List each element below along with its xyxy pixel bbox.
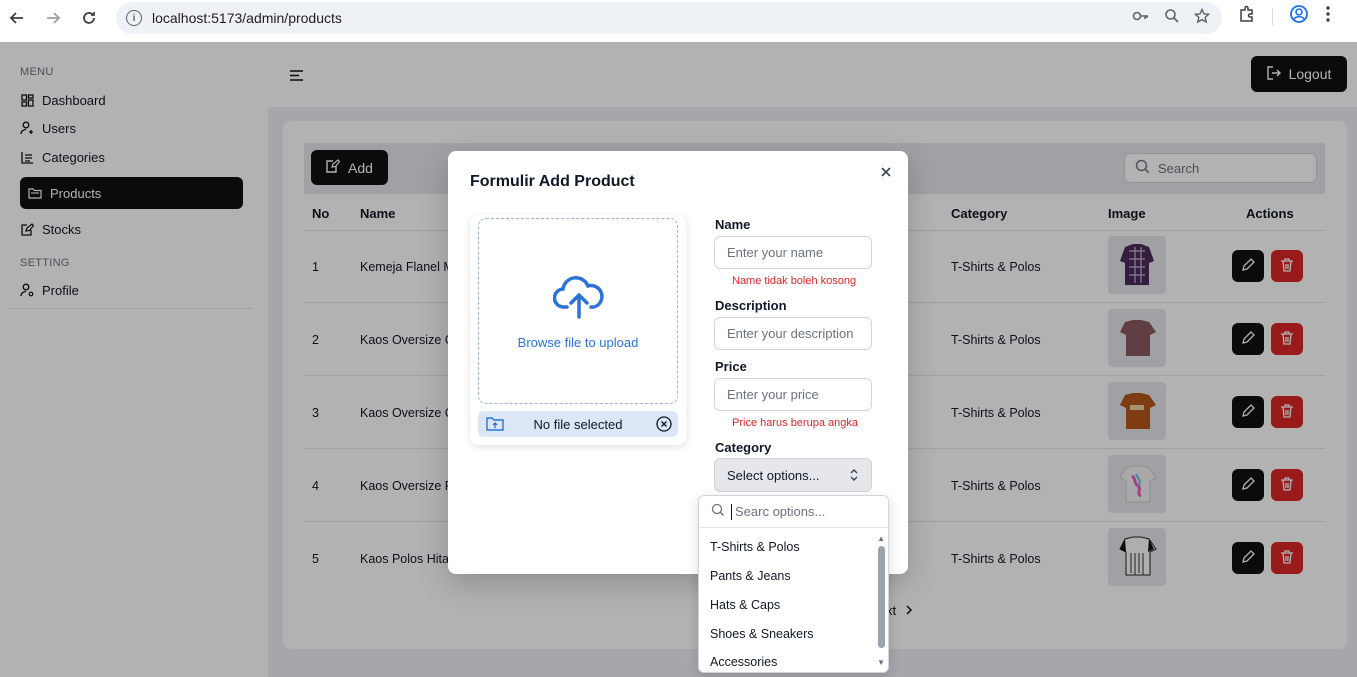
cloud-upload-icon [552,273,605,324]
description-input[interactable]: Enter your description [714,317,872,350]
options-search-value: Searc options... [735,504,826,519]
file-status-text: No file selected [533,416,623,432]
key-icon[interactable] [1132,8,1150,28]
reload-icon[interactable] [75,4,103,32]
browse-file-label[interactable]: Browse file to upload [479,335,677,350]
zoom-icon[interactable] [1164,8,1180,28]
option-item[interactable]: Shoes & Sneakers [710,627,814,641]
bookmark-star-icon[interactable] [1193,7,1211,28]
dropdown-scrollbar[interactable] [878,546,885,648]
chevron-up-down-icon [849,468,859,485]
close-icon[interactable] [880,165,892,183]
modal-title: Formulir Add Product [470,173,635,190]
extensions-icon[interactable] [1238,5,1256,28]
browser-toolbar: i localhost:5173/admin/products [0,0,1357,36]
url-text: localhost:5173/admin/products [152,10,342,26]
scroll-up-icon[interactable]: ▲ [877,534,885,543]
browser-menu-icon[interactable] [1325,5,1331,28]
toolbar-divider [1272,7,1273,26]
category-dropdown: Searc options... T-Shirts & Polos Pants … [698,495,889,673]
option-item[interactable]: Hats & Caps [710,598,780,612]
description-label: Description [715,298,787,313]
price-error: Price harus berupa angka [732,417,858,429]
price-input[interactable]: Enter your price [714,378,872,411]
category-select[interactable]: Select options... [714,458,872,492]
folder-upload-icon [486,416,504,434]
file-status-bar: No file selected [478,411,678,437]
clear-file-icon[interactable] [656,416,672,435]
option-item[interactable]: Pants & Jeans [710,569,791,583]
category-select-value: Select options... [727,467,820,483]
scroll-down-icon[interactable]: ▼ [877,658,885,667]
search-icon [711,503,725,520]
profile-avatar-icon[interactable] [1289,4,1309,29]
address-bar[interactable]: i localhost:5173/admin/products [116,2,1222,34]
price-label: Price [715,359,747,374]
text-cursor [731,503,732,520]
option-item[interactable]: T-Shirts & Polos [710,540,800,554]
file-dropzone[interactable]: Browse file to upload [478,218,678,404]
name-error: Name tidak boleh kosong [732,275,857,287]
site-info-icon[interactable]: i [126,10,142,26]
forward-icon[interactable] [39,4,67,32]
back-icon[interactable] [3,4,31,32]
name-label: Name [715,217,751,232]
category-label: Category [715,440,772,455]
upload-card: Browse file to upload No file selected [470,215,686,445]
name-input[interactable]: Enter your name [714,236,872,269]
options-search-input[interactable]: Searc options... [699,496,888,528]
option-item[interactable]: Accessories [710,655,777,669]
